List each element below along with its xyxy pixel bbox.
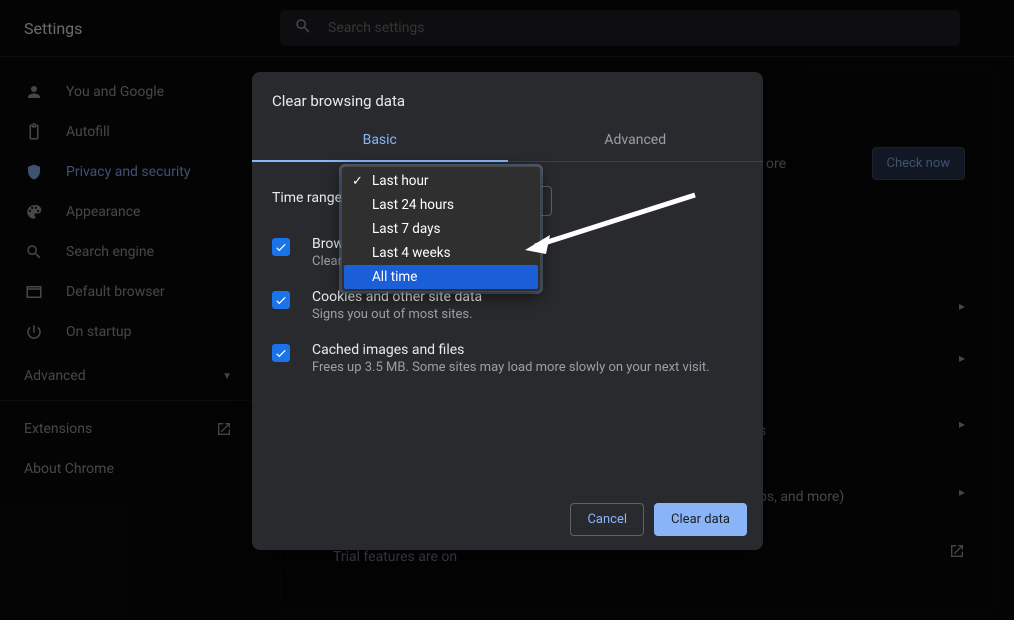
clear-data-button[interactable]: Clear data xyxy=(654,503,747,536)
tab-basic[interactable]: Basic xyxy=(252,122,508,162)
power-icon xyxy=(24,323,44,341)
dropdown-option-last-7-days[interactable]: Last 7 days xyxy=(344,217,538,241)
annotation-arrow xyxy=(520,190,700,264)
search-box[interactable] xyxy=(280,10,960,46)
dropdown-option-last-4-weeks[interactable]: Last 4 weeks xyxy=(344,241,538,265)
topbar: Settings xyxy=(0,0,1014,56)
person-icon xyxy=(24,83,44,101)
sidebar: You and Google Autofill Privacy and secu… xyxy=(0,56,256,505)
sidebar-advanced-label: Advanced xyxy=(24,368,86,384)
sidebar-item-privacy[interactable]: Privacy and security xyxy=(0,152,256,192)
dropdown-option-label: Last 4 weeks xyxy=(372,245,451,261)
checkbox-browsing-history[interactable] xyxy=(272,238,290,256)
shield-icon xyxy=(24,163,44,181)
time-range-label: Time range xyxy=(272,186,342,206)
sidebar-item-on-startup[interactable]: On startup xyxy=(0,312,256,352)
sidebar-item-extensions[interactable]: Extensions xyxy=(0,409,256,449)
search-icon xyxy=(294,17,312,39)
dropdown-option-label: Last 24 hours xyxy=(372,197,454,213)
divider xyxy=(0,400,256,401)
sidebar-item-about[interactable]: About Chrome xyxy=(0,449,256,489)
content-text: ps, and more) xyxy=(759,489,844,505)
page-title: Settings xyxy=(24,19,82,38)
chevron-right-icon[interactable]: ▸ xyxy=(959,299,965,313)
chevron-right-icon[interactable]: ▸ xyxy=(959,351,965,365)
sidebar-item-label: Search engine xyxy=(66,244,154,260)
sidebar-item-label: Autofill xyxy=(66,124,110,140)
search-input[interactable] xyxy=(328,20,946,36)
check-icon: ✓ xyxy=(352,174,363,189)
sidebar-item-default-browser[interactable]: Default browser xyxy=(0,272,256,312)
dialog-title: Clear browsing data xyxy=(252,72,763,122)
check-now-button[interactable]: Check now xyxy=(872,147,966,180)
content-more-text: ore xyxy=(766,156,786,172)
sidebar-item-label: On startup xyxy=(66,324,132,340)
browser-icon xyxy=(24,283,44,301)
checkbox-cookies[interactable] xyxy=(272,291,290,309)
palette-icon xyxy=(24,203,44,221)
clipboard-icon xyxy=(24,123,44,141)
cancel-button[interactable]: Cancel xyxy=(570,503,644,536)
sidebar-item-autofill[interactable]: Autofill xyxy=(0,112,256,152)
chevron-right-icon[interactable]: ▸ xyxy=(959,485,965,499)
sidebar-item-label: Appearance xyxy=(66,204,140,220)
sidebar-item-label: Privacy and security xyxy=(66,164,190,180)
chevron-right-icon[interactable]: ▸ xyxy=(959,417,965,431)
sidebar-item-label: You and Google xyxy=(66,84,164,100)
dropdown-option-last-hour[interactable]: ✓ Last hour xyxy=(344,169,538,193)
sidebar-item-label: Default browser xyxy=(66,284,165,300)
clear-browsing-data-dialog: Clear browsing data Basic Advanced Time … xyxy=(252,72,763,550)
dropdown-option-label: All time xyxy=(372,269,417,285)
sidebar-item-label: About Chrome xyxy=(24,461,114,477)
open-in-new-icon[interactable] xyxy=(949,543,965,563)
sidebar-item-search-engine[interactable]: Search engine xyxy=(0,232,256,272)
dialog-tabs: Basic Advanced xyxy=(252,122,763,162)
open-in-new-icon xyxy=(216,421,232,437)
dropdown-option-label: Last hour xyxy=(372,173,429,189)
sidebar-advanced-toggle[interactable]: Advanced ▼ xyxy=(0,352,256,392)
sidebar-item-appearance[interactable]: Appearance xyxy=(0,192,256,232)
checkbox-cached[interactable] xyxy=(272,344,290,362)
item-title: Cached images and files xyxy=(312,342,710,358)
dropdown-option-label: Last 7 days xyxy=(372,221,441,237)
sidebar-item-label: Extensions xyxy=(24,421,92,437)
chevron-down-icon: ▼ xyxy=(222,371,232,382)
content-text: Trial features are on xyxy=(333,549,457,565)
search-icon xyxy=(24,243,44,261)
item-subtitle: Frees up 3.5 MB. Some sites may load mor… xyxy=(312,360,710,375)
sidebar-item-you-and-google[interactable]: You and Google xyxy=(0,72,256,112)
tab-advanced[interactable]: Advanced xyxy=(508,122,764,162)
item-subtitle: Signs you out of most sites. xyxy=(312,307,482,322)
time-range-dropdown[interactable]: ✓ Last hour Last 24 hours Last 7 days La… xyxy=(341,166,541,292)
dropdown-option-last-24-hours[interactable]: Last 24 hours xyxy=(344,193,538,217)
dropdown-option-all-time[interactable]: All time xyxy=(344,265,538,289)
